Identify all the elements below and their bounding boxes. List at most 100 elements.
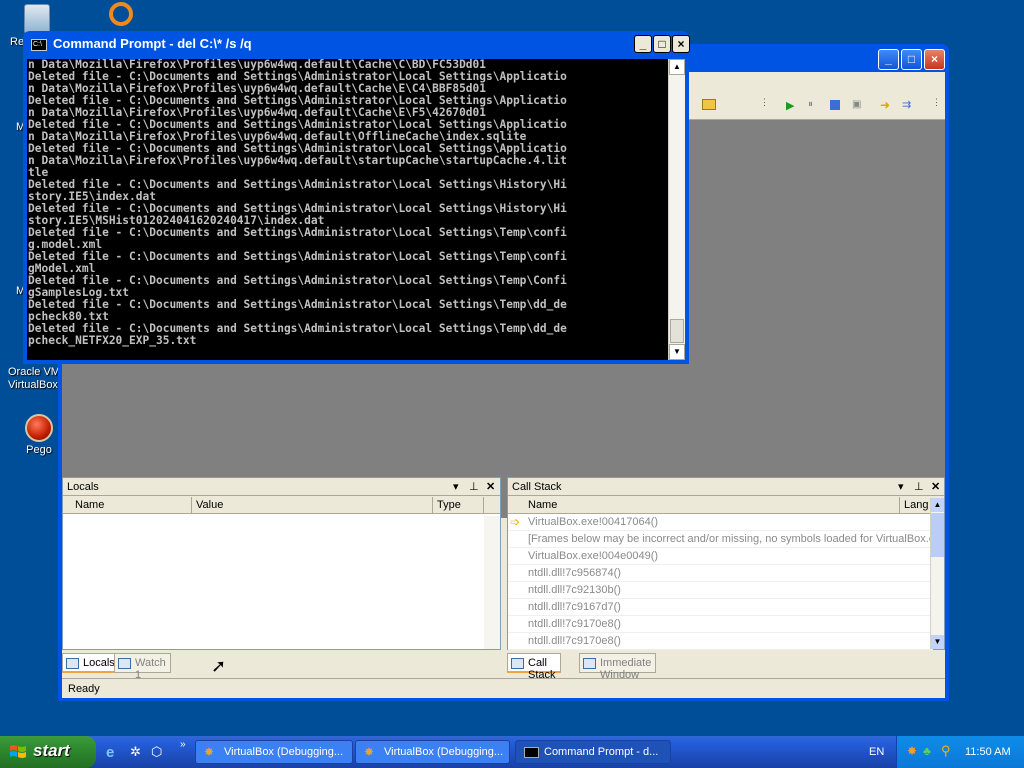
desktop-icon-label: Pego [26, 444, 52, 456]
cmd-output: n Data\Mozilla\Firefox\Profiles\uyp6w4wq… [28, 59, 668, 347]
close-icon[interactable]: ✕ [931, 480, 940, 493]
tab-locals[interactable]: Locals [62, 653, 120, 673]
break-icon[interactable]: ⏸ [808, 99, 813, 110]
tab-immediate-window[interactable]: Immediate Window [579, 653, 657, 681]
watch-icon [118, 658, 131, 669]
cmd-title: Command Prompt - del C:\* /s /q [53, 36, 252, 51]
start-button[interactable]: start [0, 736, 96, 768]
scroll-down-arrow-icon[interactable]: ▼ [669, 344, 685, 360]
clock: 11:50 AM [965, 746, 1011, 758]
column-value[interactable]: Value [196, 499, 223, 511]
vs-toolbar: ⋮ ▶ ⏸ ▣ ➜ ⇉ ⋮ [688, 93, 945, 120]
restart-icon[interactable]: ▣ [852, 99, 861, 110]
mouse-cursor-icon: ➚ [211, 656, 227, 676]
scroll-up-arrow-icon[interactable]: ▲ [931, 498, 944, 512]
close-icon[interactable]: ✕ [486, 480, 495, 493]
virtualbox-icon: ✸ [204, 745, 215, 759]
tab-watch[interactable]: Watch 1 [114, 653, 171, 681]
locals-panel: Locals ▾ ⊥ ✕ Name Value Type [62, 477, 501, 650]
desktop-icon-virtualbox[interactable]: Oracle VM VirtualBox [8, 366, 60, 392]
language-indicator[interactable]: EN [869, 746, 884, 758]
callstack-rows: ➩ VirtualBox.exe!00417064() [Frames below… [508, 514, 944, 650]
quicklaunch-icon[interactable]: ✲ [130, 744, 141, 760]
current-frame-arrow-icon: ➩ [510, 515, 521, 529]
continue-icon[interactable]: ▶ [786, 99, 794, 112]
callstack-scrollbar[interactable]: ▲ ▼ [930, 498, 944, 649]
taskbar-item-command-prompt[interactable]: Command Prompt - d... [515, 740, 671, 764]
cmd-close-button[interactable]: × [672, 35, 690, 53]
status-text: Ready [68, 683, 100, 695]
scroll-thumb[interactable] [670, 319, 684, 343]
locals-column-header: Name Value Type [63, 496, 500, 514]
start-label: start [33, 741, 70, 760]
step-into-icon[interactable]: ⇉ [902, 98, 911, 111]
column-name[interactable]: Name [528, 499, 557, 511]
ie-icon[interactable]: e [106, 744, 114, 761]
task-label: VirtualBox (Debugging... [224, 746, 344, 758]
tray-icon[interactable]: ♣ [923, 744, 931, 758]
toolbar-overflow-icon[interactable]: ⋮ [932, 97, 941, 108]
pin-icon[interactable]: ⊥ [914, 480, 924, 493]
scroll-up-arrow-icon[interactable]: ▲ [669, 59, 685, 75]
pego-icon [25, 414, 53, 442]
quicklaunch-overflow-icon[interactable]: » [180, 739, 186, 750]
app-ring-icon [109, 2, 133, 26]
scroll-down-arrow-icon[interactable]: ▼ [931, 635, 944, 649]
cmd-maximize-button[interactable]: □ [653, 35, 671, 53]
column-language[interactable]: Lang [904, 499, 928, 511]
task-label: VirtualBox (Debugging... [384, 746, 504, 758]
tray-icon[interactable]: ✸ [907, 744, 917, 758]
callstack-row[interactable]: ➩ VirtualBox.exe!00417064() [508, 514, 933, 531]
stop-icon[interactable] [830, 100, 840, 110]
callstack-row[interactable]: ntdll.dll!7c92130b() [508, 582, 933, 599]
tab-call-stack[interactable]: Call Stack [507, 653, 561, 681]
cmd-app-icon: C:\ [31, 39, 47, 51]
callstack-row[interactable]: ntdll.dll!7c9170e8() [508, 633, 933, 650]
command-prompt-window: C:\ Command Prompt - del C:\* /s /q _ □ … [23, 31, 690, 364]
locals-icon [66, 658, 79, 669]
pin-icon[interactable]: ⊥ [469, 480, 479, 493]
desktop-icon-pego[interactable]: Pego [18, 414, 60, 456]
console-line: Deleted file - C:\Documents and Settings… [28, 298, 567, 311]
callstack-panel: Call Stack ▾ ⊥ ✕ Name Lang ➩ VirtualBox.e… [507, 477, 945, 650]
call-stack-icon [511, 658, 524, 669]
callstack-row[interactable]: ntdll.dll!7c9170e8() [508, 616, 933, 633]
console-line: Deleted file - C:\Documents and Settings… [28, 226, 567, 239]
search-icon[interactable]: ⚲ [941, 743, 951, 759]
quicklaunch-icon[interactable]: ⬡ [151, 744, 162, 760]
callstack-row[interactable]: VirtualBox.exe!004e0049() [508, 548, 933, 565]
column-type[interactable]: Type [437, 499, 461, 511]
scroll-thumb[interactable] [931, 513, 944, 557]
dropdown-icon[interactable]: ▾ [898, 480, 904, 493]
status-bar: Ready [62, 678, 945, 698]
locals-scrollbar[interactable] [484, 516, 500, 649]
callstack-column-header: Name Lang [508, 496, 944, 514]
taskbar-item-virtualbox-2[interactable]: ✸ VirtualBox (Debugging... [355, 740, 510, 764]
callstack-titlebar: Call Stack ▾ ⊥ ✕ [508, 478, 944, 496]
vs-minimize-button[interactable]: _ [878, 49, 899, 70]
windows-flag-icon [10, 745, 26, 758]
cmd-console[interactable]: n Data\Mozilla\Firefox\Profiles\uyp6w4wq… [27, 59, 668, 360]
vs-close-button[interactable]: × [924, 49, 945, 70]
system-tray: ✸ ♣ ⚲ 11:50 AM [896, 736, 1024, 768]
callstack-row[interactable]: [Frames below may be incorrect and/or mi… [508, 531, 933, 548]
toolbar-grip-icon: ⋮ [760, 97, 769, 107]
taskbar: start e ✲ ⬡ » ✸ VirtualBox (Debugging...… [0, 736, 1024, 768]
folder-icon[interactable] [702, 99, 716, 110]
task-label: Command Prompt - d... [544, 746, 659, 758]
desktop-icon-app[interactable] [104, 2, 138, 26]
vs-maximize-button[interactable]: □ [901, 49, 922, 70]
cmd-scrollbar[interactable]: ▲ ▼ [668, 59, 685, 360]
taskbar-item-virtualbox-1[interactable]: ✸ VirtualBox (Debugging... [195, 740, 353, 764]
show-next-statement-icon[interactable]: ➜ [880, 98, 890, 112]
cmd-minimize-button[interactable]: _ [634, 35, 652, 53]
panel-title: Call Stack [512, 481, 562, 493]
locals-titlebar: Locals ▾ ⊥ ✕ [63, 478, 500, 496]
virtualbox-icon: ✸ [364, 745, 375, 759]
dropdown-icon[interactable]: ▾ [453, 480, 459, 493]
console-line: pcheck_NETFX20_EXP_35.txt [28, 334, 197, 347]
column-name[interactable]: Name [75, 499, 104, 511]
callstack-row[interactable]: ntdll.dll!7c9167d7() [508, 599, 933, 616]
panel-title: Locals [67, 481, 99, 493]
callstack-row[interactable]: ntdll.dll!7c956874() [508, 565, 933, 582]
